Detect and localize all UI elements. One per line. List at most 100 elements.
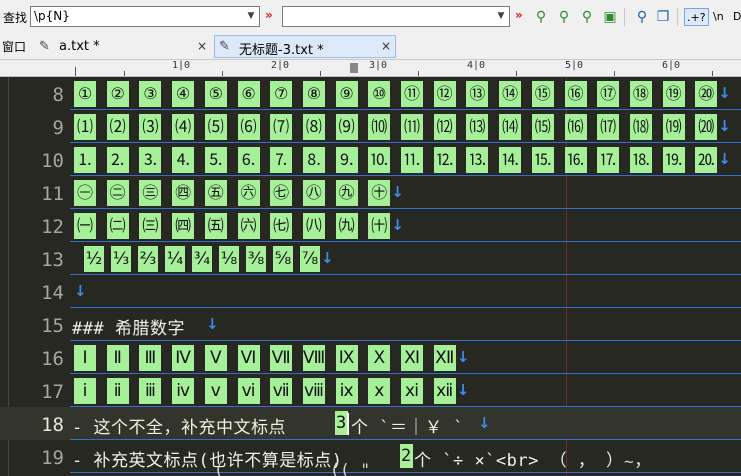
match-cell: ⒉ [106,147,129,173]
match-cell: ⑤ [204,81,227,107]
search-input[interactable]: \p{N} ▼ [30,6,260,27]
match-cell: ⑮ [531,81,554,107]
match-cell: ½ [84,246,104,272]
search-input-value: \p{N} [34,9,70,23]
code-text: ### 希腊数字 [72,319,185,339]
newline-toggle[interactable]: \n [711,8,726,26]
match-cell: ⒂ [531,114,554,140]
match-cell: ⑳ [695,81,718,107]
find-prev-icon[interactable]: ⚲ [555,8,573,26]
match-cell: ⑰ [597,81,620,107]
code-line: 13 ½ ⅓ ⅔ ¼ ¾ ⅛ ⅜ ⅝ ⅞ ↓ [0,242,741,275]
match-cell: ⒃ [564,114,587,140]
match-cell: ⒁ [499,114,522,140]
match-cell: ⅹ [368,378,391,404]
match-cell: ⒗ [564,147,587,173]
partial-line: ((( " ~ [0,458,741,476]
close-icon[interactable]: × [197,39,207,53]
match-cell: ⒌ [204,147,227,173]
find-all-icon[interactable]: ⚲ [578,8,596,26]
ruler-tick [418,71,419,76]
find-in-files-icon[interactable]: ⚲ [633,8,651,26]
find-next-icon[interactable]: ⚲ [532,8,550,26]
match-cell: Ⅷ [302,345,325,371]
ruler-mark: 5|0 [565,60,584,71]
match-cell: ⅔ [138,246,158,272]
match-cell: Ⅰ [74,345,96,371]
match-cell: ⑺ [270,114,293,140]
match-cell: Ⅻ [433,345,456,371]
chevron-down-icon[interactable]: ▼ [243,7,259,26]
match-cell: ⑻ [302,114,325,140]
match-cell: ㊉ [368,180,391,206]
tab-untitled-3[interactable]: ✎ 无标题-3.txt * × [214,35,396,58]
match-cell: ㈣ [172,213,195,239]
code-line: 17 ⅰ ⅱ ⅲ ⅳ ⅴ ⅵ ⅶ ⅷ ⅸ ⅹ ⅺ ⅻ ↓ [0,374,741,407]
tab-a-txt[interactable]: ✎ a.txt * × [34,35,212,58]
match-cell: ⑹ [237,114,260,140]
ruler-mark: 4|0 [467,60,486,71]
match-cell: ⅱ [106,378,129,404]
match-cell: ⅷ [302,378,325,404]
mark-all-icon[interactable]: ▣ [601,8,619,26]
ruler-tick [516,71,517,76]
match-cell: ⒒ [401,147,423,173]
ruler-tick [712,71,713,76]
code-text: ( [214,460,225,476]
match-cell: ⅰ [74,378,96,404]
match-cell: ㊁ [106,180,129,206]
eol-marker-icon: ↓ [391,183,404,201]
match-cell: ⑲ [662,81,685,107]
regex-toggle[interactable]: .+? [684,8,709,26]
match-cell: ⑭ [499,81,522,107]
line-number: 14 [41,282,64,304]
match-cell: ⑼ [335,114,358,140]
code-line: 14 ↓ [0,275,741,308]
code-text: - 这个不全，补充中文标点 [72,418,286,438]
ruler-tick [614,71,615,76]
match-cell: ¾ [192,246,212,272]
match-cell: ⒖ [531,147,554,173]
eol-marker-icon: ↓ [456,381,470,399]
line-number: 16 [41,348,64,370]
match-cell: ⑥ [237,81,260,107]
match-cell: ⒕ [499,147,522,173]
match-cell: ⑯ [564,81,587,107]
match-cell: ⒛ [695,147,718,173]
ruler-mark: 6|0 [662,60,681,71]
find-label: 查找 [3,11,28,25]
expand-replace-icon[interactable]: » [265,8,273,22]
eol-marker-icon: ↓ [206,315,219,333]
tab-label: a.txt * [59,39,100,54]
match-highlight: 3 [335,411,348,435]
chevron-down-icon[interactable]: ▼ [493,7,509,26]
match-cell: ㈩ [368,213,391,239]
match-cell: ⑩ [368,81,391,107]
text-caret [347,413,349,435]
replace-input[interactable]: ▼ [282,6,510,27]
match-cell: ⅜ [246,246,266,272]
match-cell: ㊆ [270,180,293,206]
match-cell: ㈧ [302,213,325,239]
match-cell: ⑧ [302,81,325,107]
line-number: 9 [52,117,64,139]
match-cell: ⑫ [433,81,456,107]
match-cell: ⒆ [662,114,685,140]
code-line: 8 ① ② ③ ④ ⑤ ⑥ ⑦ ⑧ ⑨ ⑩ ⑪ ⑫ ⑬ ⑭ ⑮ ⑯ ⑰ ⑱ ⑲ ⑳ ↓ [0,77,741,110]
line-number: 17 [41,381,64,403]
match-cell: Ⅵ [237,345,260,371]
close-icon[interactable]: × [381,39,391,53]
match-cell: Ⅳ [172,345,195,371]
match-cell: Ⅲ [139,345,162,371]
eol-marker-icon: ↓ [456,348,470,366]
more-options-icon[interactable]: » [515,8,523,22]
ruler-tick [75,67,76,76]
whole-word-toggle[interactable]: D [731,8,741,26]
match-cell: ⒐ [335,147,358,173]
toolbar-separator [624,8,625,26]
match-cell: ⑨ [335,81,358,107]
ruler-tick [124,71,125,76]
copy-icon[interactable]: ❐ [654,8,672,26]
toolbar-separator [677,8,678,26]
match-cell: ⒙ [629,147,652,173]
